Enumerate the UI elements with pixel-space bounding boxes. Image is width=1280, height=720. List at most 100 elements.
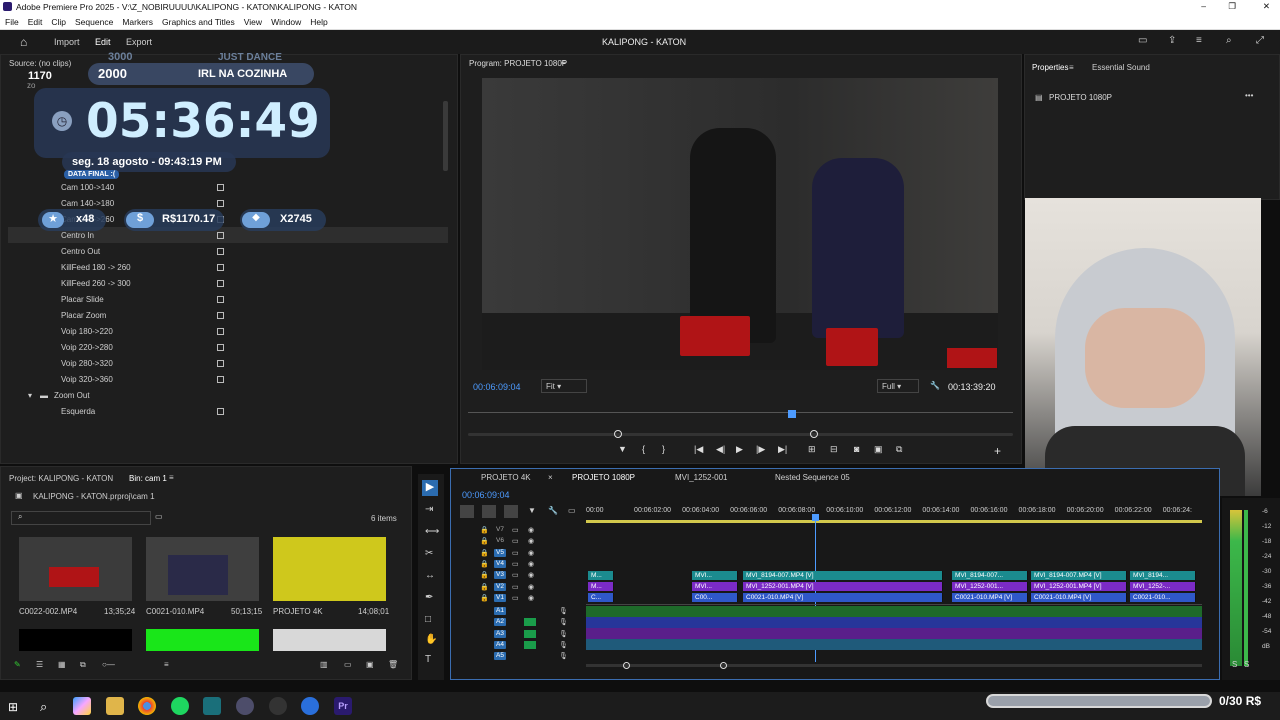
zoom-slider-icon[interactable]: ○— [102, 660, 115, 669]
track-label-a2[interactable]: A2 [494, 618, 506, 627]
camera-icon[interactable]: ◙ [854, 444, 859, 454]
eye-icon[interactable]: ◉ [528, 549, 534, 557]
search-icon[interactable]: ⌕ [40, 699, 47, 715]
tab-projeto-4k[interactable]: PROJETO 4K [481, 473, 531, 482]
timeline-clip[interactable]: C... [588, 593, 614, 602]
toggle-output-icon[interactable]: ▭ [512, 549, 519, 557]
zoom-scrollbar[interactable] [468, 433, 1013, 436]
type-tool-icon[interactable]: T [425, 654, 431, 665]
close-icon[interactable]: ✕ [1263, 1, 1270, 12]
tree-item[interactable]: Placar Zoom [8, 307, 448, 323]
solo-left[interactable]: S [1232, 660, 1237, 669]
spotify-icon[interactable] [171, 697, 189, 715]
quality-dropdown[interactable]: Full ▾ [877, 379, 919, 393]
clip-thumbnail[interactable] [273, 629, 386, 651]
lock-icon[interactable]: 🔒 [480, 537, 489, 545]
automate-icon[interactable]: ▥ [320, 660, 328, 669]
lock-icon[interactable]: 🔒 [480, 560, 489, 568]
zoom-handle-left[interactable] [614, 430, 622, 438]
clip-thumbnail[interactable] [146, 629, 259, 651]
mic-icon[interactable]: 🎙 [559, 630, 568, 638]
timeline-clip[interactable]: MVI... [692, 582, 738, 591]
eye-icon[interactable]: ◉ [528, 571, 534, 579]
menu-clip[interactable]: Clip [51, 17, 66, 27]
timeline-clip[interactable]: MVI_1252-001... [952, 582, 1028, 591]
windows-start-icon[interactable]: ⊞ [8, 700, 18, 714]
fit-dropdown[interactable]: Fit ▾ [541, 379, 587, 393]
eye-icon[interactable]: ◉ [528, 583, 534, 591]
menu-file[interactable]: File [5, 17, 19, 27]
chevron-down-icon[interactable]: ▾ [28, 391, 32, 400]
chrome-icon[interactable] [138, 697, 156, 715]
eye-icon[interactable]: ◉ [528, 594, 534, 602]
toggle-output-icon[interactable]: ▭ [512, 594, 519, 602]
step-back-icon[interactable]: ◀| [716, 444, 725, 455]
marker-icon[interactable]: ▼ [618, 444, 627, 454]
timeline-clip[interactable]: M... [588, 582, 614, 591]
menu-help[interactable]: Help [310, 17, 327, 27]
playhead-icon[interactable] [812, 514, 819, 521]
menu-icon[interactable]: ≡ [1196, 35, 1202, 46]
properties-menu-icon[interactable]: ≡ [1069, 63, 1074, 72]
track-label-a1[interactable]: A1 [494, 607, 506, 615]
clip-thumbnail[interactable] [146, 537, 259, 601]
audio-a2[interactable] [586, 617, 1202, 628]
project-label[interactable]: Project: KALIPONG - KATON [9, 474, 113, 483]
tree-folder[interactable]: ▾ ▬ Zoom Out [8, 387, 448, 403]
rectangle-icon[interactable]: □ [425, 614, 431, 625]
tree-item[interactable]: Voip 180->220 [8, 323, 448, 339]
tree-item[interactable]: Voip 320->360 [8, 371, 448, 387]
toggle-output-icon[interactable]: ▭ [512, 571, 519, 579]
eye-icon[interactable]: ◉ [528, 537, 534, 545]
premiere-icon[interactable]: Pr [334, 697, 352, 715]
play-icon[interactable]: ▶ [736, 444, 743, 455]
ripple-edit-icon[interactable]: ⟷ [425, 526, 439, 537]
pencil-icon[interactable]: ✎ [14, 660, 21, 669]
list-view-icon[interactable]: ☰ [36, 660, 43, 669]
project-search-input[interactable]: ⌕ [11, 511, 151, 525]
tab-edit[interactable]: Edit [95, 37, 111, 47]
program-ruler[interactable] [468, 412, 1013, 413]
add-button-icon[interactable]: + [994, 444, 1001, 458]
timeline-ruler[interactable]: 00:00 00:06:02:00 00:06:04:00 00:06:06:00 00… [586, 506, 1206, 520]
more-options-icon[interactable]: ••• [1245, 91, 1253, 100]
track-label-a5[interactable]: A5 [494, 652, 506, 661]
hand-icon[interactable]: ✋ [425, 634, 437, 645]
audio-a3[interactable] [586, 628, 1202, 639]
mark-in-icon[interactable]: { [642, 444, 645, 454]
new-item-icon[interactable]: ▣ [366, 660, 374, 669]
eye-icon[interactable]: ◉ [528, 526, 534, 534]
toggle-output-icon[interactable]: ▭ [512, 537, 519, 545]
captions-icon[interactable]: ▭ [568, 506, 576, 515]
streamlabs-icon[interactable] [203, 697, 221, 715]
razor-icon[interactable]: ✂ [425, 548, 433, 559]
tab-projeto-1080p[interactable]: PROJETO 1080P [572, 473, 635, 482]
nest-icon[interactable] [460, 505, 474, 518]
lock-icon[interactable]: 🔒 [480, 583, 489, 591]
tree-item[interactable]: KillFeed 260 -> 300 [8, 275, 448, 291]
timeline-clip[interactable]: C0021-010.MP4 [V] [952, 593, 1028, 602]
share-icon[interactable]: ⇪ [1168, 35, 1176, 46]
track-label-a3[interactable]: A3 [494, 629, 506, 638]
vr-icon[interactable]: ⧉ [896, 444, 902, 455]
audio-a1[interactable] [586, 606, 1202, 617]
timeline-clip[interactable]: C00... [692, 593, 738, 602]
playhead-icon[interactable] [788, 410, 796, 418]
mic-icon[interactable]: 🎙 [559, 607, 568, 615]
menu-view[interactable]: View [244, 17, 262, 27]
track-label-v3[interactable]: V3 [494, 571, 506, 580]
tab-mvi-1252[interactable]: MVI_1252-001 [675, 473, 727, 482]
timeline-clip[interactable]: MVI_8194-007.MP4 [V] [743, 571, 943, 580]
lift-icon[interactable]: ⊞ [808, 444, 816, 455]
mute-button[interactable] [524, 640, 536, 649]
timeline-zoom-right[interactable] [720, 662, 727, 669]
snap-icon[interactable] [482, 505, 496, 518]
toggle-output-icon[interactable]: ▭ [512, 583, 519, 591]
step-forward-icon[interactable]: |▶ [756, 444, 765, 455]
tree-item[interactable]: Centro Out [8, 243, 448, 259]
timeline-clip[interactable]: C0021-010.MP4 [V] [1031, 593, 1127, 602]
tab-export[interactable]: Export [126, 37, 152, 47]
menu-graphics[interactable]: Graphics and Titles [162, 17, 235, 27]
mic-icon[interactable]: 🎙 [559, 618, 568, 626]
extract-icon[interactable]: ⊟ [830, 444, 838, 455]
